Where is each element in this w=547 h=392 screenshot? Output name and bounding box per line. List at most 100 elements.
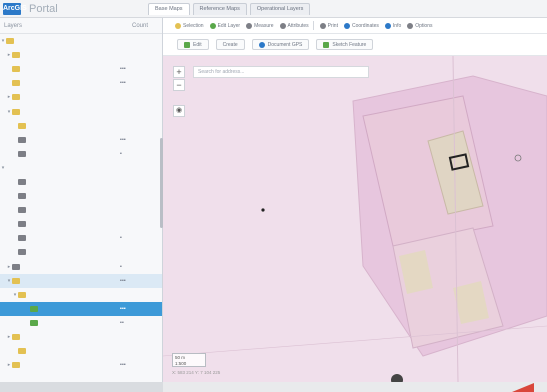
tree-row[interactable] [0, 189, 162, 203]
tree-row[interactable]: ▪▪ [0, 316, 162, 330]
layer-tree-header-right: Count [131, 22, 148, 29]
eye-icon[interactable]: ◉ [173, 105, 185, 117]
coordinates-readout: X: 583 214 Y: 7 104 225 [172, 370, 221, 375]
table-icon [279, 22, 286, 29]
title-bar: ArcGIS Portal Base Maps Reference Maps O… [0, 0, 547, 18]
layer-icon [12, 263, 20, 270]
measure-tool-label: Measure [254, 22, 274, 29]
tree-row[interactable]: ▪ [0, 231, 162, 245]
attributes-tool[interactable]: Attributes [279, 21, 314, 30]
sketch-feature-button[interactable]: Sketch Feature [316, 39, 374, 50]
folder-icon [18, 291, 26, 298]
info-tool-label: Info [392, 22, 402, 29]
tree-row[interactable] [0, 344, 162, 358]
tree-row[interactable]: ▸ [0, 90, 162, 104]
layer-icon [18, 136, 26, 143]
status-bar [163, 382, 547, 392]
row-count-marker: ▪▪▪ [120, 80, 126, 87]
app-logo: ArcGIS [3, 3, 27, 15]
selection-tool[interactable]: Selection [175, 22, 204, 29]
edit-button[interactable]: Edit [177, 39, 209, 50]
tree-row[interactable]: ▸ [0, 330, 162, 344]
tree-row-selected[interactable]: ▪▪▪ [0, 301, 162, 316]
measure-icon [246, 22, 253, 29]
folder-icon [12, 52, 20, 59]
folder-icon [12, 66, 20, 73]
expand-toggle-icon[interactable]: ▾ [0, 165, 6, 171]
layer-icon [18, 235, 26, 242]
map-toolbar: Selection Edit Layer Measure Attributes … [163, 18, 547, 34]
options-icon [407, 22, 414, 29]
sidebar-footer [0, 382, 163, 392]
row-count-marker: ▪▪▪ [120, 66, 126, 73]
map-search-input[interactable]: Search for address... [193, 66, 369, 78]
sketch-feature-label: Sketch Feature [332, 41, 367, 48]
edit-layer-tool[interactable]: Edit Layer [209, 22, 241, 29]
folder-icon [18, 122, 26, 129]
coordinates-tool-label: Coordinates [351, 22, 379, 29]
tree-row[interactable]: ▾ [0, 34, 162, 48]
tree-row[interactable]: ▪ [0, 147, 162, 161]
folder-icon [12, 94, 20, 101]
row-count-marker: ▪▪▪ [120, 277, 126, 284]
tree-row[interactable] [0, 217, 162, 231]
layer-icon [18, 178, 26, 185]
tree-row[interactable]: ▪▪▪ [0, 62, 162, 76]
document-gps-label: Document GPS [267, 41, 303, 48]
zoom-in-button[interactable]: + [173, 66, 185, 78]
map-canvas[interactable]: Search for address... + − ◉ [163, 56, 547, 382]
brand: ArcGIS Portal [3, 1, 58, 17]
tree-row[interactable]: ▾ [0, 288, 162, 302]
row-count-marker: ▪ [120, 263, 122, 270]
compass-icon[interactable] [391, 374, 403, 382]
document-gps-button[interactable]: Document GPS [251, 39, 310, 50]
tab-operational-layers[interactable]: Operational Layers [249, 3, 311, 15]
tree-row[interactable]: ▾ [0, 104, 162, 118]
scale-ratio: 1:500 [175, 361, 187, 366]
tree-row[interactable] [0, 175, 162, 189]
measure-tool[interactable]: Measure [246, 22, 274, 29]
gps-icon [258, 41, 265, 48]
row-count-marker: ▪▪▪ [120, 362, 126, 369]
tree-row[interactable]: ▪▪▪ [0, 133, 162, 147]
tree-row[interactable]: ▸ [0, 48, 162, 62]
coordinates-tool[interactable]: Coordinates [343, 22, 379, 29]
edit-layer-tool-label: Edit Layer [217, 22, 241, 29]
tree-row[interactable]: ▪▪▪ [0, 76, 162, 90]
edit-toolbar: Edit Create Document GPS Sketch Feature [163, 34, 547, 56]
folder-icon [12, 334, 20, 341]
layer-icon [30, 319, 38, 326]
map-features [163, 56, 547, 382]
row-count-marker: ▪▪▪ [120, 305, 126, 312]
sketch-icon [323, 41, 330, 48]
layer-icon [18, 221, 26, 228]
zoom-controls: + − ◉ [173, 66, 185, 118]
folder-icon [18, 348, 26, 355]
tree-row[interactable]: ▾ [0, 161, 162, 175]
tree-row[interactable]: ▸ ▪▪▪ [0, 358, 162, 372]
zoom-out-button[interactable]: − [173, 79, 185, 91]
tab-base-maps[interactable]: Base Maps [148, 3, 190, 15]
app-window: ArcGIS Portal Base Maps Reference Maps O… [0, 0, 547, 392]
info-tool[interactable]: Info [384, 22, 402, 29]
tree-row[interactable]: ▸ ▪ [0, 260, 162, 274]
tab-strip: Base Maps Reference Maps Operational Lay… [148, 3, 313, 15]
edit-icon [184, 41, 190, 48]
options-tool-label: Options [415, 22, 433, 29]
tree-row[interactable] [0, 119, 162, 133]
folder-icon [6, 38, 14, 45]
folder-icon [12, 362, 20, 369]
create-button[interactable]: Create [215, 39, 245, 50]
options-tool[interactable]: Options [407, 22, 433, 29]
create-button-label: Create [222, 41, 238, 48]
tree-row[interactable]: ▾ ▪▪▪ [0, 273, 162, 288]
edit-button-label: Edit [193, 41, 202, 48]
scale-bar: 50 m 1:500 [172, 353, 206, 367]
tab-reference-maps[interactable]: Reference Maps [192, 3, 247, 15]
row-count-marker: ▪▪ [120, 319, 124, 326]
selection-icon [175, 22, 181, 29]
toolbar-divider [312, 21, 314, 30]
tree-row[interactable] [0, 245, 162, 259]
print-tool[interactable]: Print [319, 22, 338, 29]
tree-row[interactable] [0, 203, 162, 217]
